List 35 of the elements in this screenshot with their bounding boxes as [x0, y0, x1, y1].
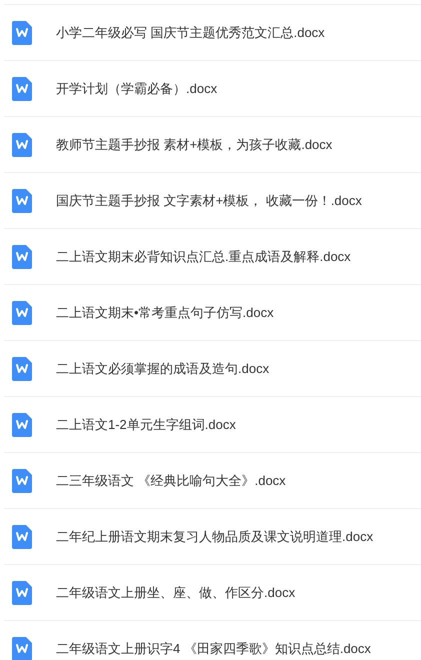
- file-name: 二年级语文上册坐、座、做、作区分.docx: [56, 584, 296, 602]
- file-row[interactable]: 二上语文1-2单元生字组词.docx: [4, 396, 421, 452]
- word-document-icon: [12, 468, 32, 492]
- file-row[interactable]: 二上语文期末必背知识点汇总.重点成语及解释.docx: [4, 228, 421, 284]
- file-name: 二上语文必须掌握的成语及造句.docx: [56, 360, 270, 378]
- file-name: 国庆节主题手抄报 文字素材+模板， 收藏一份！.docx: [56, 192, 362, 210]
- word-document-icon: [12, 188, 32, 212]
- file-name: 二三年级语文 《经典比喻句大全》.docx: [56, 472, 286, 490]
- word-document-icon: [12, 132, 32, 156]
- file-row[interactable]: 二上语文必须掌握的成语及造句.docx: [4, 340, 421, 396]
- file-row[interactable]: 二三年级语文 《经典比喻句大全》.docx: [4, 452, 421, 508]
- file-name: 二上语文1-2单元生字组词.docx: [56, 416, 236, 434]
- word-document-icon: [12, 412, 32, 436]
- file-name: 二年级语文上册识字4 《田家四季歌》知识点总结.docx: [56, 640, 371, 658]
- word-document-icon: [12, 76, 32, 100]
- file-name: 开学计划（学霸必备）.docx: [56, 80, 218, 98]
- file-row[interactable]: 二年级语文上册坐、座、做、作区分.docx: [4, 564, 421, 620]
- file-row[interactable]: 国庆节主题手抄报 文字素材+模板， 收藏一份！.docx: [4, 172, 421, 228]
- word-document-icon: [12, 244, 32, 268]
- file-name: 二上语文期末必背知识点汇总.重点成语及解释.docx: [56, 248, 351, 266]
- word-document-icon: [12, 524, 32, 548]
- file-row[interactable]: 教师节主题手抄报 素材+模板，为孩子收藏.docx: [4, 116, 421, 172]
- file-row[interactable]: 小学二年级必写 国庆节主题优秀范文汇总.docx: [4, 4, 421, 60]
- word-document-icon: [12, 580, 32, 604]
- word-document-icon: [12, 20, 32, 44]
- file-row[interactable]: 二上语文期末•常考重点句子仿写.docx: [4, 284, 421, 340]
- file-name: 二上语文期末•常考重点句子仿写.docx: [56, 304, 274, 322]
- file-row[interactable]: 开学计划（学霸必备）.docx: [4, 60, 421, 116]
- file-name: 教师节主题手抄报 素材+模板，为孩子收藏.docx: [56, 136, 332, 154]
- file-row[interactable]: 二年级语文上册识字4 《田家四季歌》知识点总结.docx: [4, 620, 421, 660]
- file-row[interactable]: 二年纪上册语文期末复习人物品质及课文说明道理.docx: [4, 508, 421, 564]
- word-document-icon: [12, 300, 32, 324]
- file-name: 二年纪上册语文期末复习人物品质及课文说明道理.docx: [56, 528, 374, 546]
- file-name: 小学二年级必写 国庆节主题优秀范文汇总.docx: [56, 24, 325, 42]
- word-document-icon: [12, 356, 32, 380]
